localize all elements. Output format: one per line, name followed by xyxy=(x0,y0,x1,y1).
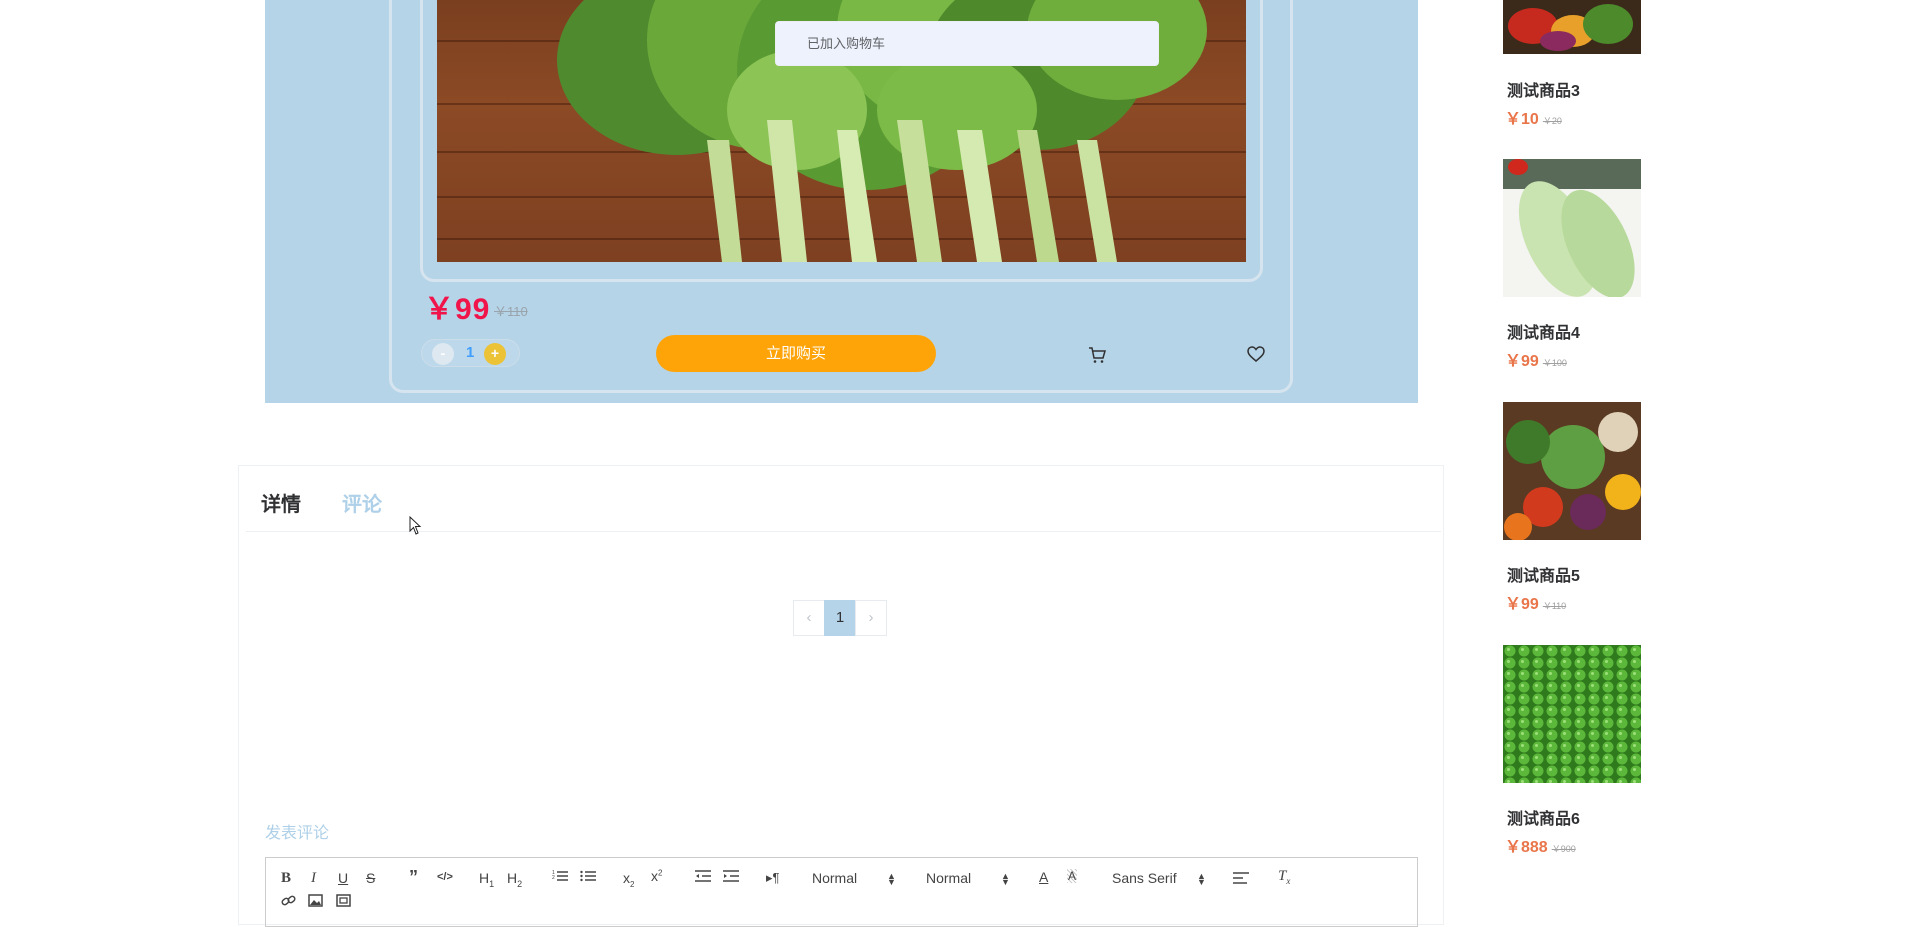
sidebar-item-5-image[interactable] xyxy=(1503,402,1641,540)
background-color-icon[interactable]: A xyxy=(1067,869,1078,883)
sidebar-item-3-name[interactable]: 测试商品3 xyxy=(1507,77,1580,101)
blockquote-icon[interactable]: ” xyxy=(409,867,418,888)
sidebar-item-4-image[interactable] xyxy=(1503,159,1641,297)
italic-icon[interactable]: I xyxy=(311,870,316,887)
sidebar-item-6-image[interactable] xyxy=(1503,645,1641,783)
rtl-icon[interactable]: ▸¶ xyxy=(766,870,780,886)
font-select-value: Sans Serif xyxy=(1112,870,1177,886)
post-comment-label: 发表评论 xyxy=(265,825,330,842)
header-select-value: Normal xyxy=(926,870,972,886)
sidebar-item-3-image[interactable] xyxy=(1503,0,1641,54)
ordered-list-icon[interactable]: 12 xyxy=(552,869,568,886)
text-color-icon[interactable]: A xyxy=(1039,869,1048,885)
sidebar-item-6-price: ￥888 ￥900 xyxy=(1505,833,1576,857)
strike-icon[interactable]: S xyxy=(366,870,375,886)
product-price: ￥99 xyxy=(424,293,491,326)
svg-text:2: 2 xyxy=(552,875,555,881)
favorite-heart-icon[interactable] xyxy=(1246,344,1268,366)
pagination-prev-button[interactable]: ‹ xyxy=(793,600,825,636)
underline-icon[interactable]: U xyxy=(338,870,348,886)
rich-text-editor-toolbar xyxy=(265,857,1418,927)
sidebar-item-6-name[interactable]: 测试商品6 xyxy=(1507,805,1580,829)
tab-detail[interactable]: 详情 xyxy=(261,488,301,517)
mouse-cursor-icon xyxy=(409,515,423,541)
indent-icon[interactable] xyxy=(723,869,739,886)
bullet-list-icon[interactable] xyxy=(580,869,596,886)
sidebar-item-5-price: ￥99 ￥110 xyxy=(1505,590,1566,614)
pagination-page-current[interactable]: 1 xyxy=(824,600,856,636)
sidebar-item-5-name[interactable]: 测试商品5 xyxy=(1507,562,1580,586)
bold-icon[interactable]: B xyxy=(281,870,291,887)
font-select[interactable]: Sans Serif ▲ ▼ xyxy=(1112,870,1206,887)
sidebar-item-6-old-price: ￥900 xyxy=(1551,844,1576,854)
h2-icon[interactable]: H2 xyxy=(507,870,522,889)
header-select[interactable]: Normal ▲ ▼ xyxy=(926,870,1010,887)
product-original-price: ￥110 xyxy=(494,304,528,319)
quantity-decrease-button[interactable]: - xyxy=(432,343,454,365)
toast-message: 已加入购物车 xyxy=(807,36,886,51)
link-icon[interactable] xyxy=(281,894,296,911)
quantity-value[interactable]: 1 xyxy=(466,344,474,361)
clean-format-icon[interactable]: Tx xyxy=(1278,868,1290,886)
sidebar-item-4-price: ￥99 ￥100 xyxy=(1505,347,1567,371)
quantity-stepper: - 1 + xyxy=(421,339,520,367)
h1-icon[interactable]: H1 xyxy=(479,870,494,889)
sidebar-item-5-current-price: ￥99 xyxy=(1505,596,1539,613)
sidebar-item-3-current-price: ￥10 xyxy=(1505,111,1539,128)
code-block-icon[interactable]: </> xyxy=(437,871,453,883)
subscript-icon[interactable]: x2 xyxy=(623,870,634,889)
pagination-next-button[interactable]: › xyxy=(855,600,887,636)
tab-comment[interactable]: 评论 xyxy=(342,488,382,517)
sidebar-item-3-price: ￥10 ￥20 xyxy=(1505,105,1562,129)
size-select[interactable]: Normal ▲ ▼ xyxy=(812,870,896,887)
sidebar-item-6-current-price: ￥888 xyxy=(1505,839,1548,856)
outdent-icon[interactable] xyxy=(695,869,711,886)
quantity-increase-button[interactable]: + xyxy=(484,343,506,365)
sidebar-item-3-old-price: ￥20 xyxy=(1542,116,1562,126)
add-to-cart-toast: 已加入购物车 xyxy=(775,21,1159,66)
tabs-divider xyxy=(246,531,1441,532)
image-icon[interactable] xyxy=(308,894,323,910)
align-icon[interactable] xyxy=(1233,871,1249,888)
buy-now-button[interactable]: 立即购买 xyxy=(656,335,936,372)
sidebar-item-4-name[interactable]: 测试商品4 xyxy=(1507,319,1580,343)
superscript-icon[interactable]: x2 xyxy=(651,868,662,884)
sidebar-item-5-old-price: ￥110 xyxy=(1542,601,1567,611)
sidebar-item-4-current-price: ￥99 xyxy=(1505,353,1539,370)
video-icon[interactable] xyxy=(336,894,351,910)
cart-icon[interactable] xyxy=(1087,345,1109,367)
size-select-value: Normal xyxy=(812,870,858,886)
sidebar-item-4-old-price: ￥100 xyxy=(1542,358,1567,368)
